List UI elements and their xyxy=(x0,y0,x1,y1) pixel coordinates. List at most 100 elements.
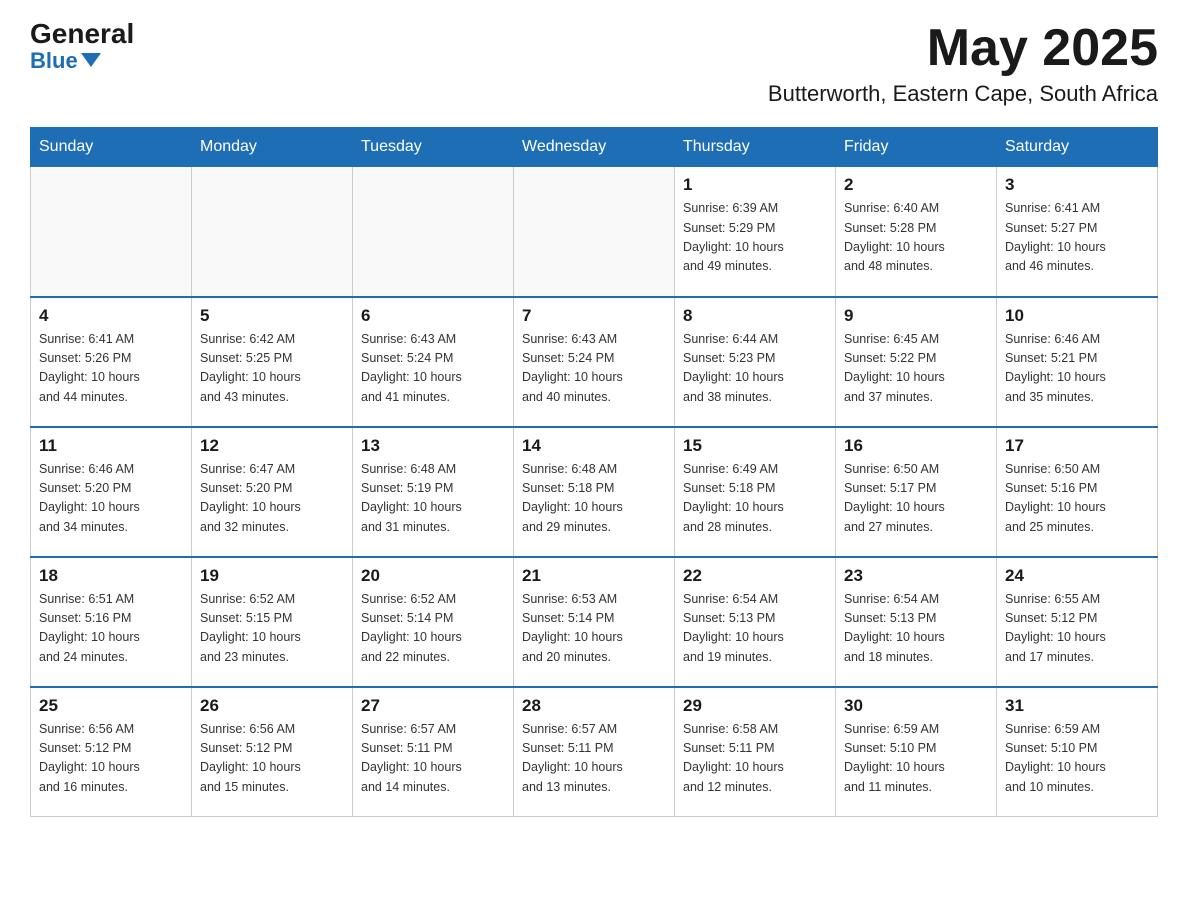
calendar-cell: 10Sunrise: 6:46 AMSunset: 5:21 PMDayligh… xyxy=(997,297,1158,427)
calendar-cell: 14 Sunrise: 6:48 AMSunset: 5:18 PMDayligh… xyxy=(514,427,675,557)
day-number: 14 xyxy=(522,436,666,456)
calendar-cell: 3 Sunrise: 6:41 AMSunset: 5:27 PMDaylight… xyxy=(997,167,1158,297)
day-number: 31 xyxy=(1005,696,1149,716)
calendar-header-row: SundayMondayTuesdayWednesdayThursdayFrid… xyxy=(31,128,1158,167)
calendar-cell: 23Sunrise: 6:54 AMSunset: 5:13 PMDayligh… xyxy=(836,557,997,687)
day-number: 1 xyxy=(683,175,827,195)
day-info: Sunrise: 6:53 AMSunset: 5:14 PMDaylight:… xyxy=(522,590,666,668)
calendar-cell: 25 Sunrise: 6:56 AMSunset: 5:12 PMDayligh… xyxy=(31,687,192,817)
day-info: Sunrise: 6:56 AMSunset: 5:12 PMDaylight:… xyxy=(39,720,183,798)
calendar-cell: 28 Sunrise: 6:57 AMSunset: 5:11 PMDayligh… xyxy=(514,687,675,817)
day-info: Sunrise: 6:59 AMSunset: 5:10 PMDaylight:… xyxy=(844,720,988,798)
day-number: 15 xyxy=(683,436,827,456)
calendar-cell: 5 Sunrise: 6:42 AMSunset: 5:25 PMDaylight… xyxy=(192,297,353,427)
day-number: 18 xyxy=(39,566,183,586)
calendar-cell: 13 Sunrise: 6:48 AMSunset: 5:19 PMDayligh… xyxy=(353,427,514,557)
day-info: Sunrise: 6:47 AMSunset: 5:20 PMDaylight:… xyxy=(200,460,344,538)
day-info: Sunrise: 6:58 AMSunset: 5:11 PMDaylight:… xyxy=(683,720,827,798)
calendar-cell: 6Sunrise: 6:43 AMSunset: 5:24 PMDaylight… xyxy=(353,297,514,427)
calendar-cell: 9Sunrise: 6:45 AMSunset: 5:22 PMDaylight… xyxy=(836,297,997,427)
calendar-week-row: 4 Sunrise: 6:41 AMSunset: 5:26 PMDaylight… xyxy=(31,297,1158,427)
day-number: 25 xyxy=(39,696,183,716)
day-info: Sunrise: 6:54 AMSunset: 5:13 PMDaylight:… xyxy=(683,590,827,668)
page-header: General Blue May 2025 Butterworth, Easte… xyxy=(30,20,1158,107)
day-info: Sunrise: 6:48 AMSunset: 5:19 PMDaylight:… xyxy=(361,460,505,538)
calendar-cell xyxy=(31,167,192,297)
calendar-cell: 16 Sunrise: 6:50 AMSunset: 5:17 PMDayligh… xyxy=(836,427,997,557)
calendar-cell: 12 Sunrise: 6:47 AMSunset: 5:20 PMDayligh… xyxy=(192,427,353,557)
day-number: 10 xyxy=(1005,306,1149,326)
calendar-header-wednesday: Wednesday xyxy=(514,128,675,167)
calendar-cell: 17 Sunrise: 6:50 AMSunset: 5:16 PMDayligh… xyxy=(997,427,1158,557)
day-number: 23 xyxy=(844,566,988,586)
day-number: 24 xyxy=(1005,566,1149,586)
calendar-cell: 31 Sunrise: 6:59 AMSunset: 5:10 PMDayligh… xyxy=(997,687,1158,817)
calendar-cell: 29 Sunrise: 6:58 AMSunset: 5:11 PMDayligh… xyxy=(675,687,836,817)
day-number: 21 xyxy=(522,566,666,586)
day-info: Sunrise: 6:56 AMSunset: 5:12 PMDaylight:… xyxy=(200,720,344,798)
calendar-cell xyxy=(353,167,514,297)
day-info: Sunrise: 6:39 AMSunset: 5:29 PMDaylight:… xyxy=(683,199,827,277)
calendar-table: SundayMondayTuesdayWednesdayThursdayFrid… xyxy=(30,127,1158,817)
day-number: 20 xyxy=(361,566,505,586)
calendar-cell: 2Sunrise: 6:40 AMSunset: 5:28 PMDaylight… xyxy=(836,167,997,297)
day-info: Sunrise: 6:41 AMSunset: 5:27 PMDaylight:… xyxy=(1005,199,1149,277)
calendar-header-tuesday: Tuesday xyxy=(353,128,514,167)
calendar-cell: 15 Sunrise: 6:49 AMSunset: 5:18 PMDayligh… xyxy=(675,427,836,557)
calendar-cell: 30 Sunrise: 6:59 AMSunset: 5:10 PMDayligh… xyxy=(836,687,997,817)
calendar-header-friday: Friday xyxy=(836,128,997,167)
day-number: 29 xyxy=(683,696,827,716)
calendar-cell: 20 Sunrise: 6:52 AMSunset: 5:14 PMDayligh… xyxy=(353,557,514,687)
day-number: 5 xyxy=(200,306,344,326)
day-info: Sunrise: 6:48 AMSunset: 5:18 PMDaylight:… xyxy=(522,460,666,538)
day-number: 4 xyxy=(39,306,183,326)
day-number: 8 xyxy=(683,306,827,326)
day-number: 28 xyxy=(522,696,666,716)
day-info: Sunrise: 6:42 AMSunset: 5:25 PMDaylight:… xyxy=(200,330,344,408)
day-info: Sunrise: 6:52 AMSunset: 5:15 PMDaylight:… xyxy=(200,590,344,668)
calendar-header-thursday: Thursday xyxy=(675,128,836,167)
calendar-cell: 8 Sunrise: 6:44 AMSunset: 5:23 PMDaylight… xyxy=(675,297,836,427)
day-info: Sunrise: 6:41 AMSunset: 5:26 PMDaylight:… xyxy=(39,330,183,408)
day-info: Sunrise: 6:49 AMSunset: 5:18 PMDaylight:… xyxy=(683,460,827,538)
title-block: May 2025 Butterworth, Eastern Cape, Sout… xyxy=(768,20,1158,107)
day-number: 13 xyxy=(361,436,505,456)
calendar-header-saturday: Saturday xyxy=(997,128,1158,167)
day-info: Sunrise: 6:50 AMSunset: 5:16 PMDaylight:… xyxy=(1005,460,1149,538)
calendar-cell: 19 Sunrise: 6:52 AMSunset: 5:15 PMDayligh… xyxy=(192,557,353,687)
day-info: Sunrise: 6:40 AMSunset: 5:28 PMDaylight:… xyxy=(844,199,988,277)
day-number: 3 xyxy=(1005,175,1149,195)
day-info: Sunrise: 6:57 AMSunset: 5:11 PMDaylight:… xyxy=(522,720,666,798)
day-number: 17 xyxy=(1005,436,1149,456)
calendar-cell: 27 Sunrise: 6:57 AMSunset: 5:11 PMDayligh… xyxy=(353,687,514,817)
day-number: 30 xyxy=(844,696,988,716)
day-info: Sunrise: 6:43 AMSunset: 5:24 PMDaylight:… xyxy=(522,330,666,408)
calendar-cell: 18Sunrise: 6:51 AMSunset: 5:16 PMDayligh… xyxy=(31,557,192,687)
day-info: Sunrise: 6:59 AMSunset: 5:10 PMDaylight:… xyxy=(1005,720,1149,798)
month-title: May 2025 xyxy=(768,20,1158,77)
calendar-cell xyxy=(514,167,675,297)
calendar-week-row: 18Sunrise: 6:51 AMSunset: 5:16 PMDayligh… xyxy=(31,557,1158,687)
logo-general-text: General xyxy=(30,20,134,48)
calendar-cell: 26 Sunrise: 6:56 AMSunset: 5:12 PMDayligh… xyxy=(192,687,353,817)
day-number: 9 xyxy=(844,306,988,326)
day-number: 22 xyxy=(683,566,827,586)
calendar-cell xyxy=(192,167,353,297)
day-number: 26 xyxy=(200,696,344,716)
day-number: 12 xyxy=(200,436,344,456)
day-number: 19 xyxy=(200,566,344,586)
day-info: Sunrise: 6:46 AMSunset: 5:20 PMDaylight:… xyxy=(39,460,183,538)
day-info: Sunrise: 6:57 AMSunset: 5:11 PMDaylight:… xyxy=(361,720,505,798)
calendar-cell: 7Sunrise: 6:43 AMSunset: 5:24 PMDaylight… xyxy=(514,297,675,427)
day-number: 16 xyxy=(844,436,988,456)
day-number: 6 xyxy=(361,306,505,326)
logo: General Blue xyxy=(30,20,134,74)
day-number: 27 xyxy=(361,696,505,716)
calendar-week-row: 1 Sunrise: 6:39 AMSunset: 5:29 PMDaylight… xyxy=(31,167,1158,297)
day-info: Sunrise: 6:55 AMSunset: 5:12 PMDaylight:… xyxy=(1005,590,1149,668)
day-info: Sunrise: 6:44 AMSunset: 5:23 PMDaylight:… xyxy=(683,330,827,408)
day-info: Sunrise: 6:52 AMSunset: 5:14 PMDaylight:… xyxy=(361,590,505,668)
day-info: Sunrise: 6:50 AMSunset: 5:17 PMDaylight:… xyxy=(844,460,988,538)
logo-triangle-icon xyxy=(81,53,101,67)
calendar-cell: 21 Sunrise: 6:53 AMSunset: 5:14 PMDayligh… xyxy=(514,557,675,687)
